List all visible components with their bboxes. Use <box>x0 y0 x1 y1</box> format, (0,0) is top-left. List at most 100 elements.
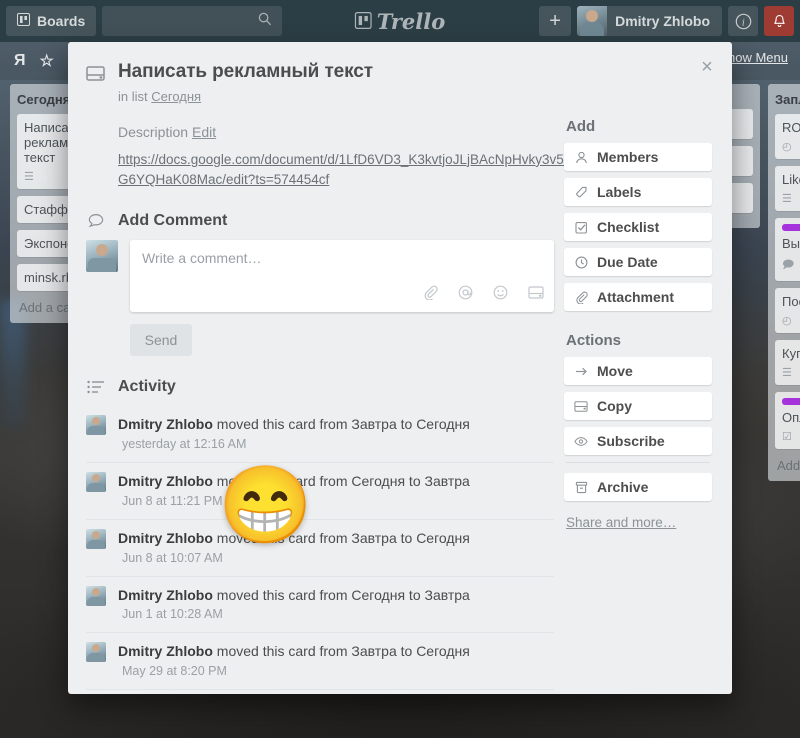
comment-icon <box>86 212 106 230</box>
sidebar-item-label: Members <box>597 149 659 165</box>
description-label: Description <box>118 123 189 140</box>
sidebar-item-archive[interactable]: Archive <box>564 473 712 501</box>
sidebar-item-labels[interactable]: Labels <box>564 178 712 206</box>
sidebar-item-label: Subscribe <box>597 433 665 449</box>
sidebar-item-label: Checklist <box>597 219 660 235</box>
comment-toolbar <box>423 285 544 305</box>
user-menu[interactable]: Dmitry Zhlobo <box>577 6 722 36</box>
list-item[interactable]: Likes ☰ <box>775 166 800 211</box>
list-link[interactable]: Сегодня <box>151 89 201 104</box>
card-icon <box>574 400 588 413</box>
archive-icon <box>574 481 588 494</box>
description-link[interactable]: https://docs.google.com/document/d/1LfD6… <box>118 150 576 191</box>
activity-user[interactable]: Dmitry Zhlobo <box>118 473 213 489</box>
activity-text: Dmitry Zhlobo moved this card from Завтр… <box>118 642 554 680</box>
sidebar-item-label: Copy <box>597 398 632 414</box>
send-button[interactable]: Send <box>130 324 192 357</box>
comment-composer: Write a comment… <box>86 240 554 313</box>
star-icon[interactable]: ☆ <box>40 51 54 71</box>
close-icon[interactable]: × <box>694 54 720 80</box>
sidebar-item-label: Labels <box>597 184 642 200</box>
emoji-overlay: 😁 <box>218 463 313 548</box>
activity-user[interactable]: Dmitry Zhlobo <box>118 416 213 432</box>
background-list-planned[interactable]: Запланировано ROI ◴ Likes ☰ Выхлоп 🗩 Пос… <box>768 84 800 481</box>
add-button[interactable]: + <box>539 6 572 36</box>
avatar <box>86 642 106 663</box>
activity-user[interactable]: Dmitry Zhlobo <box>118 587 213 603</box>
sidebar-item-label: Due Date <box>597 254 658 270</box>
sidebar-item-checklist[interactable]: Checklist <box>564 213 712 241</box>
activity-user[interactable]: Dmitry Zhlobo <box>118 643 213 659</box>
description-icon: ☰ <box>782 367 792 379</box>
activity-time: May 29 at 8:20 PM <box>122 664 227 679</box>
activity-time: Jun 1 at 10:28 AM <box>122 607 223 622</box>
card-badges: ☰ <box>782 192 800 205</box>
info-icon[interactable]: i <box>728 6 758 36</box>
card-detail-modal: × Написать рекламный текст in list Сегод… <box>68 42 732 694</box>
table-row: Dmitry Zhlobo moved this card from Сегод… <box>86 577 554 634</box>
activity-time: Jun 8 at 10:07 AM <box>122 550 223 565</box>
board-icon <box>17 13 30 29</box>
list-item[interactable]: Выхлоп 🗩 <box>775 218 800 281</box>
add-comment-header: Add Comment <box>86 212 554 230</box>
activity-header: Activity <box>86 378 554 396</box>
description-edit-button[interactable]: Edit <box>192 124 216 140</box>
sidebar-item-members[interactable]: Members <box>564 143 712 171</box>
add-card-button[interactable]: Add a card… <box>775 456 800 473</box>
emoji-icon[interactable] <box>493 285 508 305</box>
sidebar-item-attachment[interactable]: Attachment <box>564 283 712 311</box>
list-title: Запланировано <box>775 92 800 107</box>
table-row: Dmitry Zhlobo moved this card from Сегод… <box>86 463 554 520</box>
board-name[interactable]: Я <box>14 52 26 70</box>
comment-input[interactable]: Write a comment… <box>130 240 554 313</box>
activity-feed: Dmitry Zhlobo moved this card from Завтр… <box>86 406 554 694</box>
activity-action: moved this card from Завтра to Сегодня <box>216 643 470 660</box>
attachment-icon[interactable] <box>423 285 438 305</box>
page-title: Написать рекламный текст <box>118 61 373 82</box>
clock-icon <box>574 256 588 269</box>
sidebar-item-copy[interactable]: Copy <box>564 392 712 420</box>
mention-icon[interactable] <box>458 285 473 305</box>
avatar <box>86 585 106 606</box>
list-item[interactable]: Посадка ◴ <box>775 288 800 333</box>
description-icon: ☰ <box>24 171 34 183</box>
list-item[interactable]: Купить ☰ <box>775 340 800 385</box>
card-badges: ◴ <box>782 140 800 153</box>
boards-label: Boards <box>37 13 86 29</box>
sidebar-item-subscribe[interactable]: Subscribe <box>564 427 712 455</box>
card-main-column: Написать рекламный текст in list Сегодня… <box>86 60 575 694</box>
card-badges: ◴ <box>782 314 800 327</box>
brand-name: Trello <box>376 8 446 34</box>
sidebar-item-label: Archive <box>597 479 649 495</box>
activity-user[interactable]: Dmitry Zhlobo <box>118 530 213 546</box>
sidebar-item-move[interactable]: Move <box>564 357 712 385</box>
card-title: Купить <box>782 346 800 361</box>
section-title: Activity <box>118 378 176 396</box>
sidebar-item-label: Move <box>597 363 633 379</box>
card-sidebar: Add Members Labels Checklist Due Date At… <box>564 60 712 694</box>
card-badges: ☑ <box>782 430 800 443</box>
list-item[interactable]: ROI ◴ <box>775 114 800 159</box>
card-icon[interactable] <box>528 285 544 305</box>
trello-logo[interactable]: Trello <box>354 8 446 34</box>
card-title: Посадка <box>782 294 800 309</box>
notifications-bell-icon[interactable] <box>764 6 794 36</box>
share-and-more-link[interactable]: Share and more… <box>566 515 712 530</box>
card-icon <box>86 60 106 88</box>
sidebar-item-label: Attachment <box>597 289 675 305</box>
user-name: Dmitry Zhlobo <box>615 13 710 29</box>
activity-text: Dmitry Zhlobo moved this card from Сегод… <box>118 472 554 510</box>
sidebar-item-due-date[interactable]: Due Date <box>564 248 712 276</box>
search-input[interactable] <box>102 6 283 36</box>
label-icon <box>574 186 588 199</box>
nav-right-group: + Dmitry Zhlobo i <box>539 6 794 36</box>
logo-mark <box>354 9 372 34</box>
boards-button[interactable]: Boards <box>6 6 97 36</box>
search-icon <box>258 12 272 31</box>
list-item[interactable]: Оплатить ☑ <box>775 392 800 449</box>
activity-text: Dmitry Zhlobo moved this card from Сегод… <box>118 586 554 624</box>
sidebar-actions-title: Actions <box>566 332 622 349</box>
activity-icon <box>86 379 106 395</box>
card-title: Выхлоп <box>782 236 800 251</box>
